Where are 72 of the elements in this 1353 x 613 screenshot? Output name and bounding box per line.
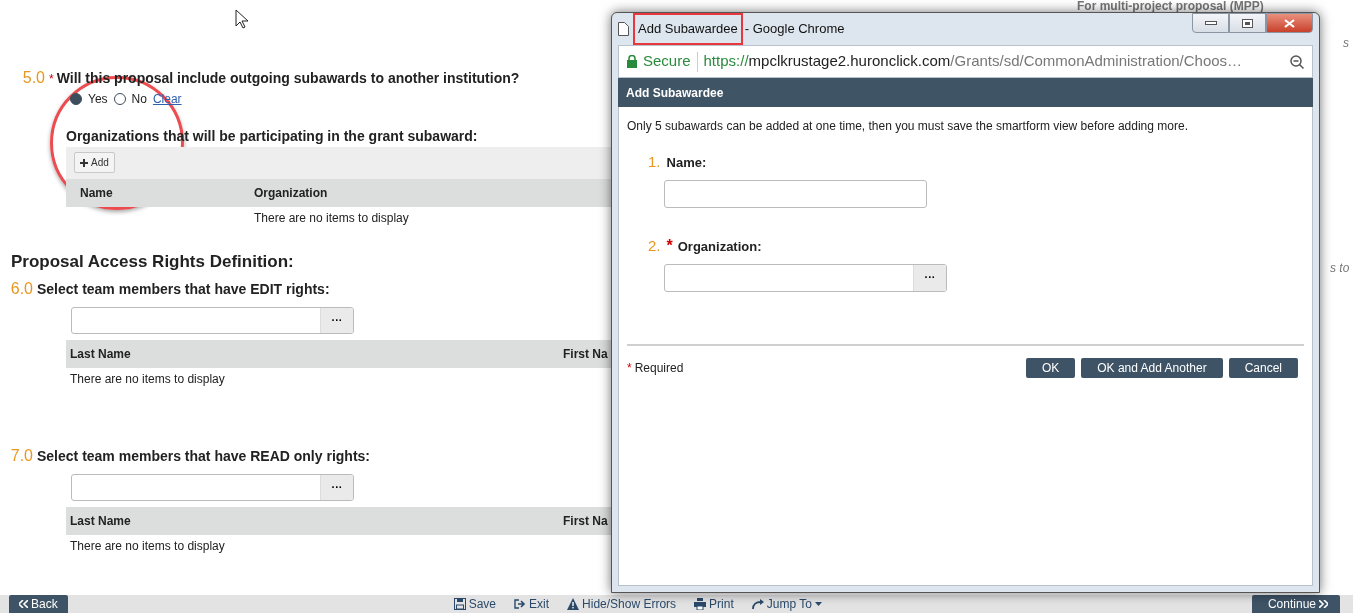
field-number: 1. <box>648 152 661 172</box>
browse-button[interactable]: ··· <box>320 474 353 500</box>
warning-icon <box>567 598 580 610</box>
browse-button[interactable]: ··· <box>320 307 353 333</box>
maximize-icon <box>1242 18 1253 28</box>
secure-label: Secure <box>643 51 691 72</box>
close-button[interactable] <box>1266 13 1313 33</box>
column-header: Name <box>79 185 114 202</box>
question-number: 5.0 <box>21 68 45 88</box>
field-number: 2. <box>648 235 661 256</box>
required-mark: * <box>627 359 632 377</box>
toolbar-action[interactable]: Exit <box>514 595 550 613</box>
question-text: Select team members that have EDIT rights: <box>37 279 330 299</box>
dialog-button[interactable]: OK <box>1025 357 1076 378</box>
question-text: Select team members that have READ only rights: <box>37 446 370 466</box>
lock-icon <box>627 55 637 68</box>
required-note: Required <box>634 359 684 377</box>
address-bar[interactable]: Secure https://mpclkrustage2.huronclick.com/Grants/sd/CommonAdministration/Choos… <box>618 45 1313 78</box>
minimize-button[interactable] <box>1192 13 1229 33</box>
plus-icon <box>80 158 88 167</box>
field-label: Name: <box>666 154 707 172</box>
back-button[interactable]: Back <box>9 595 68 613</box>
toolbar-action[interactable]: Print <box>694 595 734 613</box>
browse-button[interactable]: ··· <box>913 264 946 291</box>
radio-button[interactable] <box>70 93 82 105</box>
dialog-title: Add Subawardee <box>618 78 1313 107</box>
window-title-suffix: - Google Chrome <box>744 20 845 39</box>
maximize-button[interactable] <box>1229 13 1266 33</box>
column-header: Organization <box>254 185 328 202</box>
required-mark: * <box>49 71 54 88</box>
column-header: Last Name <box>69 512 132 530</box>
column-header: First Na <box>563 512 608 530</box>
column-header: Last Name <box>69 345 132 363</box>
name-input[interactable] <box>664 179 927 208</box>
side-note: s <box>1343 37 1349 49</box>
question-number: 7.0 <box>9 445 33 466</box>
minimize-icon <box>1204 21 1217 25</box>
caret-icon <box>814 602 822 606</box>
floppy-icon <box>453 598 466 610</box>
page-icon <box>618 22 629 36</box>
double-left-icon <box>19 600 28 608</box>
toolbar-action[interactable]: Hide/Show Errors <box>567 595 677 613</box>
url-text: https://mpclkrustage2.huronclick.com/Grants/sd/CommonAdministration/Choos… <box>703 51 1243 72</box>
mouse-pointer-icon <box>235 9 249 29</box>
dialog-button[interactable]: Cancel <box>1228 357 1298 378</box>
radio-label: Yes <box>88 91 108 108</box>
toolbar-action[interactable]: Jump To <box>751 595 822 613</box>
double-right-icon <box>1319 600 1328 608</box>
side-note: s to <box>1330 262 1350 274</box>
empty-message: There are no items to display <box>70 537 226 555</box>
printer-icon <box>694 598 707 610</box>
close-icon <box>1284 18 1295 28</box>
window-title: Add Subawardee <box>638 20 738 39</box>
dialog-button[interactable]: OK and Add Another <box>1081 357 1223 378</box>
continue-button[interactable]: Continue <box>1251 595 1340 613</box>
zoom-out-icon <box>1290 54 1304 69</box>
field-label: Organization: <box>677 237 762 256</box>
column-header: First Na <box>563 345 608 363</box>
section-title: Proposal Access Rights Definition: <box>11 251 294 273</box>
toolbar-action[interactable]: Save <box>453 595 497 613</box>
picker-field[interactable]: ··· <box>71 306 354 334</box>
curved-arrow-icon <box>751 598 764 610</box>
add-button[interactable]: Add <box>74 152 115 173</box>
picker-field[interactable]: ··· <box>71 473 354 501</box>
radio-label: No <box>131 91 147 108</box>
organization-picker[interactable]: ··· <box>664 263 947 292</box>
question-number: 6.0 <box>9 278 33 299</box>
instruction-text: Only 5 subawards can be added at one time, then you must save the smartform view before adding more. <box>627 118 1189 135</box>
empty-message: There are no items to display <box>254 210 410 227</box>
required-mark: * <box>666 235 673 256</box>
side-note: For multi-project proposal (MPP) <box>1077 0 1264 12</box>
exit-arrow-icon <box>514 598 527 610</box>
